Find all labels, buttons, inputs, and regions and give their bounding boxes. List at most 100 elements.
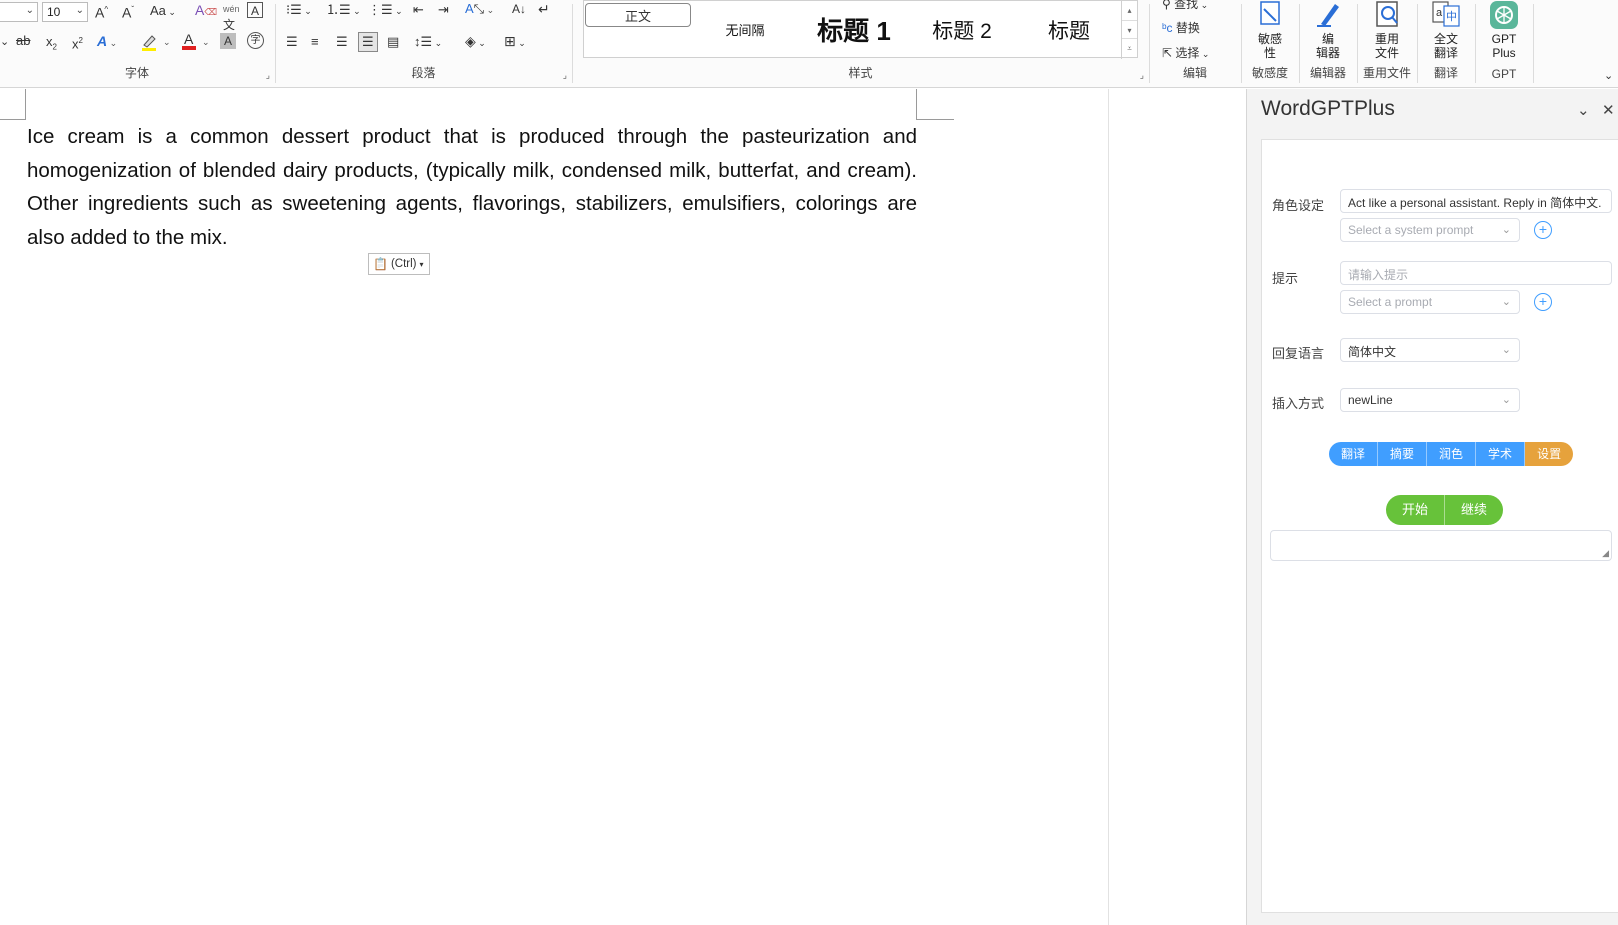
chevron-down-icon: ⌄ bbox=[1501, 296, 1511, 308]
styles-scroll-up-icon[interactable]: ▴ bbox=[1122, 1, 1137, 20]
chevron-down-icon: ▾ bbox=[419, 259, 424, 269]
borders-icon[interactable]: ⊞ ⌄ bbox=[504, 33, 526, 51]
style-title[interactable]: 标题 bbox=[1016, 2, 1122, 57]
style-normal[interactable]: 正文 bbox=[585, 3, 691, 27]
sort-icon[interactable]: A↓ bbox=[512, 1, 526, 17]
edit-group: ⚲ 查找 ⌄ ᵇc 替换 ⇱ 选择 ⌄ 编辑 bbox=[1150, 0, 1240, 88]
change-case-icon[interactable]: Aa ⌄ bbox=[150, 3, 176, 20]
clear-formatting-icon[interactable]: A⌫ bbox=[195, 2, 217, 20]
align-center-icon[interactable]: ≡ bbox=[311, 34, 319, 50]
decrease-indent-icon[interactable]: ⇤ bbox=[413, 2, 424, 18]
font-dropdown-edge-icon[interactable]: ⌄ bbox=[0, 34, 9, 50]
styles-group-label: 样式 bbox=[848, 66, 873, 80]
font-group: ⌄ 10 ⌄ A^ Aˇ Aa ⌄ A⌫ wén 文 A ⌄ ab x2 x2 A… bbox=[0, 0, 274, 88]
polish-button[interactable]: 润色 bbox=[1427, 442, 1477, 466]
distributed-icon[interactable]: ▤ bbox=[387, 34, 399, 50]
chinese-layout-icon[interactable]: A⤡ ⌄ bbox=[465, 1, 494, 18]
styles-dialog-launcher-icon[interactable]: ⌟ bbox=[1140, 70, 1144, 81]
numbering-icon[interactable]: ⒈☰ ⌄ bbox=[326, 2, 361, 19]
align-right-icon[interactable]: ☰ bbox=[336, 34, 348, 50]
collapse-ribbon-icon[interactable]: ⌄ bbox=[1604, 68, 1613, 84]
academic-button[interactable]: 学术 bbox=[1476, 442, 1526, 466]
font-dialog-launcher-icon[interactable]: ⌟ bbox=[266, 70, 270, 81]
style-heading-2[interactable]: 标题 2 bbox=[908, 2, 1016, 57]
line-spacing-icon[interactable]: ↕☰ ⌄ bbox=[414, 34, 442, 51]
close-pane-icon[interactable]: ✕ bbox=[1602, 101, 1615, 119]
start-button[interactable]: 开始 bbox=[1386, 495, 1446, 525]
paste-options-button[interactable]: 📋 (Ctrl) ▾ bbox=[368, 253, 430, 275]
grow-font-icon[interactable]: A^ bbox=[95, 2, 108, 21]
translate-label-l1: 全文 bbox=[1433, 32, 1458, 46]
prompt-select[interactable]: Select a prompt ⌄ bbox=[1340, 290, 1520, 314]
insert-mode-select[interactable]: newLine ⌄ bbox=[1340, 388, 1520, 412]
shrink-font-icon[interactable]: Aˇ bbox=[122, 2, 134, 21]
result-textarea[interactable]: ◢ bbox=[1270, 530, 1612, 561]
bullets-icon[interactable]: ⁝☰ ⌄ bbox=[286, 2, 312, 19]
system-prompt-select[interactable]: Select a system prompt ⌄ bbox=[1340, 218, 1520, 242]
find-button[interactable]: ⚲ 查找 ⌄ bbox=[1162, 0, 1208, 13]
svg-text:A: A bbox=[184, 31, 194, 47]
styles-gallery: 正文 无间隔 标题 1 标题 2 标题 ▴ ▾ ⩡ bbox=[583, 0, 1138, 59]
insert-mode-label: 插入方式 bbox=[1272, 396, 1325, 411]
replace-button[interactable]: ᵇc 替换 bbox=[1162, 20, 1200, 36]
full-translate-button[interactable]: a中 全文 翻译 bbox=[1418, 0, 1474, 60]
settings-button[interactable]: 设置 bbox=[1525, 442, 1574, 466]
select-button[interactable]: ⇱ 选择 ⌄ bbox=[1162, 45, 1209, 62]
paragraph-group-label: 段落 bbox=[411, 66, 436, 80]
text-effects-icon[interactable]: A ⌄ bbox=[97, 33, 117, 51]
styles-scroll-down-icon[interactable]: ▾ bbox=[1122, 20, 1137, 39]
show-formatting-marks-icon[interactable]: ↵ bbox=[538, 1, 550, 17]
font-size-dropdown[interactable]: 10 ⌄ bbox=[42, 2, 88, 22]
style-label: 标题 2 bbox=[932, 19, 992, 43]
document-paragraph[interactable]: Ice cream is a common dessert product th… bbox=[27, 120, 917, 254]
superscript-icon[interactable]: x2 bbox=[72, 33, 83, 52]
editor-label-l1: 编 bbox=[1321, 32, 1334, 46]
justify-icon[interactable]: ☰ bbox=[358, 32, 378, 52]
prompt-input[interactable]: 请输入提示 bbox=[1340, 261, 1612, 285]
font-color-icon[interactable]: A bbox=[181, 31, 197, 54]
highlight-color-icon[interactable] bbox=[140, 33, 160, 54]
reuse-files-group-label: 重用文件 bbox=[1362, 66, 1411, 80]
add-prompt-icon[interactable]: + bbox=[1534, 293, 1552, 311]
chevron-down-icon: ⌄ bbox=[1501, 224, 1511, 236]
add-system-prompt-icon[interactable]: + bbox=[1534, 221, 1552, 239]
sensitivity-button[interactable]: 敏感性 bbox=[1242, 0, 1298, 60]
subscript-icon[interactable]: x2 bbox=[46, 34, 57, 56]
separator bbox=[1533, 4, 1534, 83]
font-name-dropdown[interactable]: ⌄ bbox=[0, 2, 38, 22]
translate-button[interactable]: 翻译 bbox=[1329, 442, 1379, 466]
editor-label-l2: 辑器 bbox=[1315, 46, 1340, 60]
phonetic-guide-icon[interactable]: wén 文 bbox=[223, 1, 240, 34]
character-border-icon[interactable]: A bbox=[247, 2, 263, 18]
font-color-dropdown-icon[interactable]: ⌄ bbox=[202, 34, 210, 50]
highlight-dropdown-icon[interactable]: ⌄ bbox=[163, 34, 171, 50]
editor-button[interactable]: 编 辑器 bbox=[1300, 0, 1356, 60]
align-left-icon[interactable]: ☰ bbox=[286, 34, 298, 50]
gpt-group: GPT Plus GPT bbox=[1476, 0, 1532, 88]
gpt-plus-button[interactable]: GPT Plus bbox=[1476, 0, 1532, 60]
font-size-value: 10 bbox=[47, 5, 61, 19]
reuse-files-button[interactable]: 重用 文件 bbox=[1358, 0, 1416, 60]
crop-mark bbox=[0, 119, 26, 120]
run-button-group: 开始 继续 bbox=[1386, 495, 1504, 525]
multilevel-list-icon[interactable]: ⋮☰ ⌄ bbox=[368, 2, 403, 19]
summarize-button[interactable]: 摘要 bbox=[1378, 442, 1428, 466]
resize-grip-icon[interactable]: ◢ bbox=[1602, 548, 1609, 559]
character-shading-icon[interactable]: A bbox=[220, 33, 236, 49]
reply-language-select[interactable]: 简体中文 ⌄ bbox=[1340, 338, 1520, 362]
enclose-characters-icon[interactable]: 字 bbox=[247, 32, 264, 49]
paragraph-group: ⁝☰ ⌄ ⒈☰ ⌄ ⋮☰ ⌄ ⇤ ⇥ A⤡ ⌄ A↓ ↵ ☰ ≡ ☰ ☰ ▤ ↕… bbox=[276, 0, 571, 88]
style-heading-1[interactable]: 标题 1 bbox=[800, 2, 908, 57]
shading-icon[interactable]: ◈ ⌄ bbox=[465, 33, 486, 51]
translate-icon: a中 bbox=[1432, 1, 1460, 27]
increase-indent-icon[interactable]: ⇥ bbox=[438, 2, 449, 18]
style-label: 正文 bbox=[624, 8, 651, 24]
continue-button[interactable]: 继续 bbox=[1445, 495, 1504, 525]
strikethrough-icon[interactable]: ab bbox=[16, 33, 30, 49]
pane-options-chevron-icon[interactable]: ⌄ bbox=[1577, 101, 1590, 119]
style-no-spacing[interactable]: 无间隔 bbox=[692, 2, 798, 57]
reuse-files-label-l2: 文件 bbox=[1374, 46, 1399, 60]
paragraph-dialog-launcher-icon[interactable]: ⌟ bbox=[563, 70, 567, 81]
role-input[interactable]: Act like a personal assistant. Reply in … bbox=[1340, 189, 1612, 213]
styles-more-icon[interactable]: ⩡ bbox=[1122, 39, 1137, 58]
